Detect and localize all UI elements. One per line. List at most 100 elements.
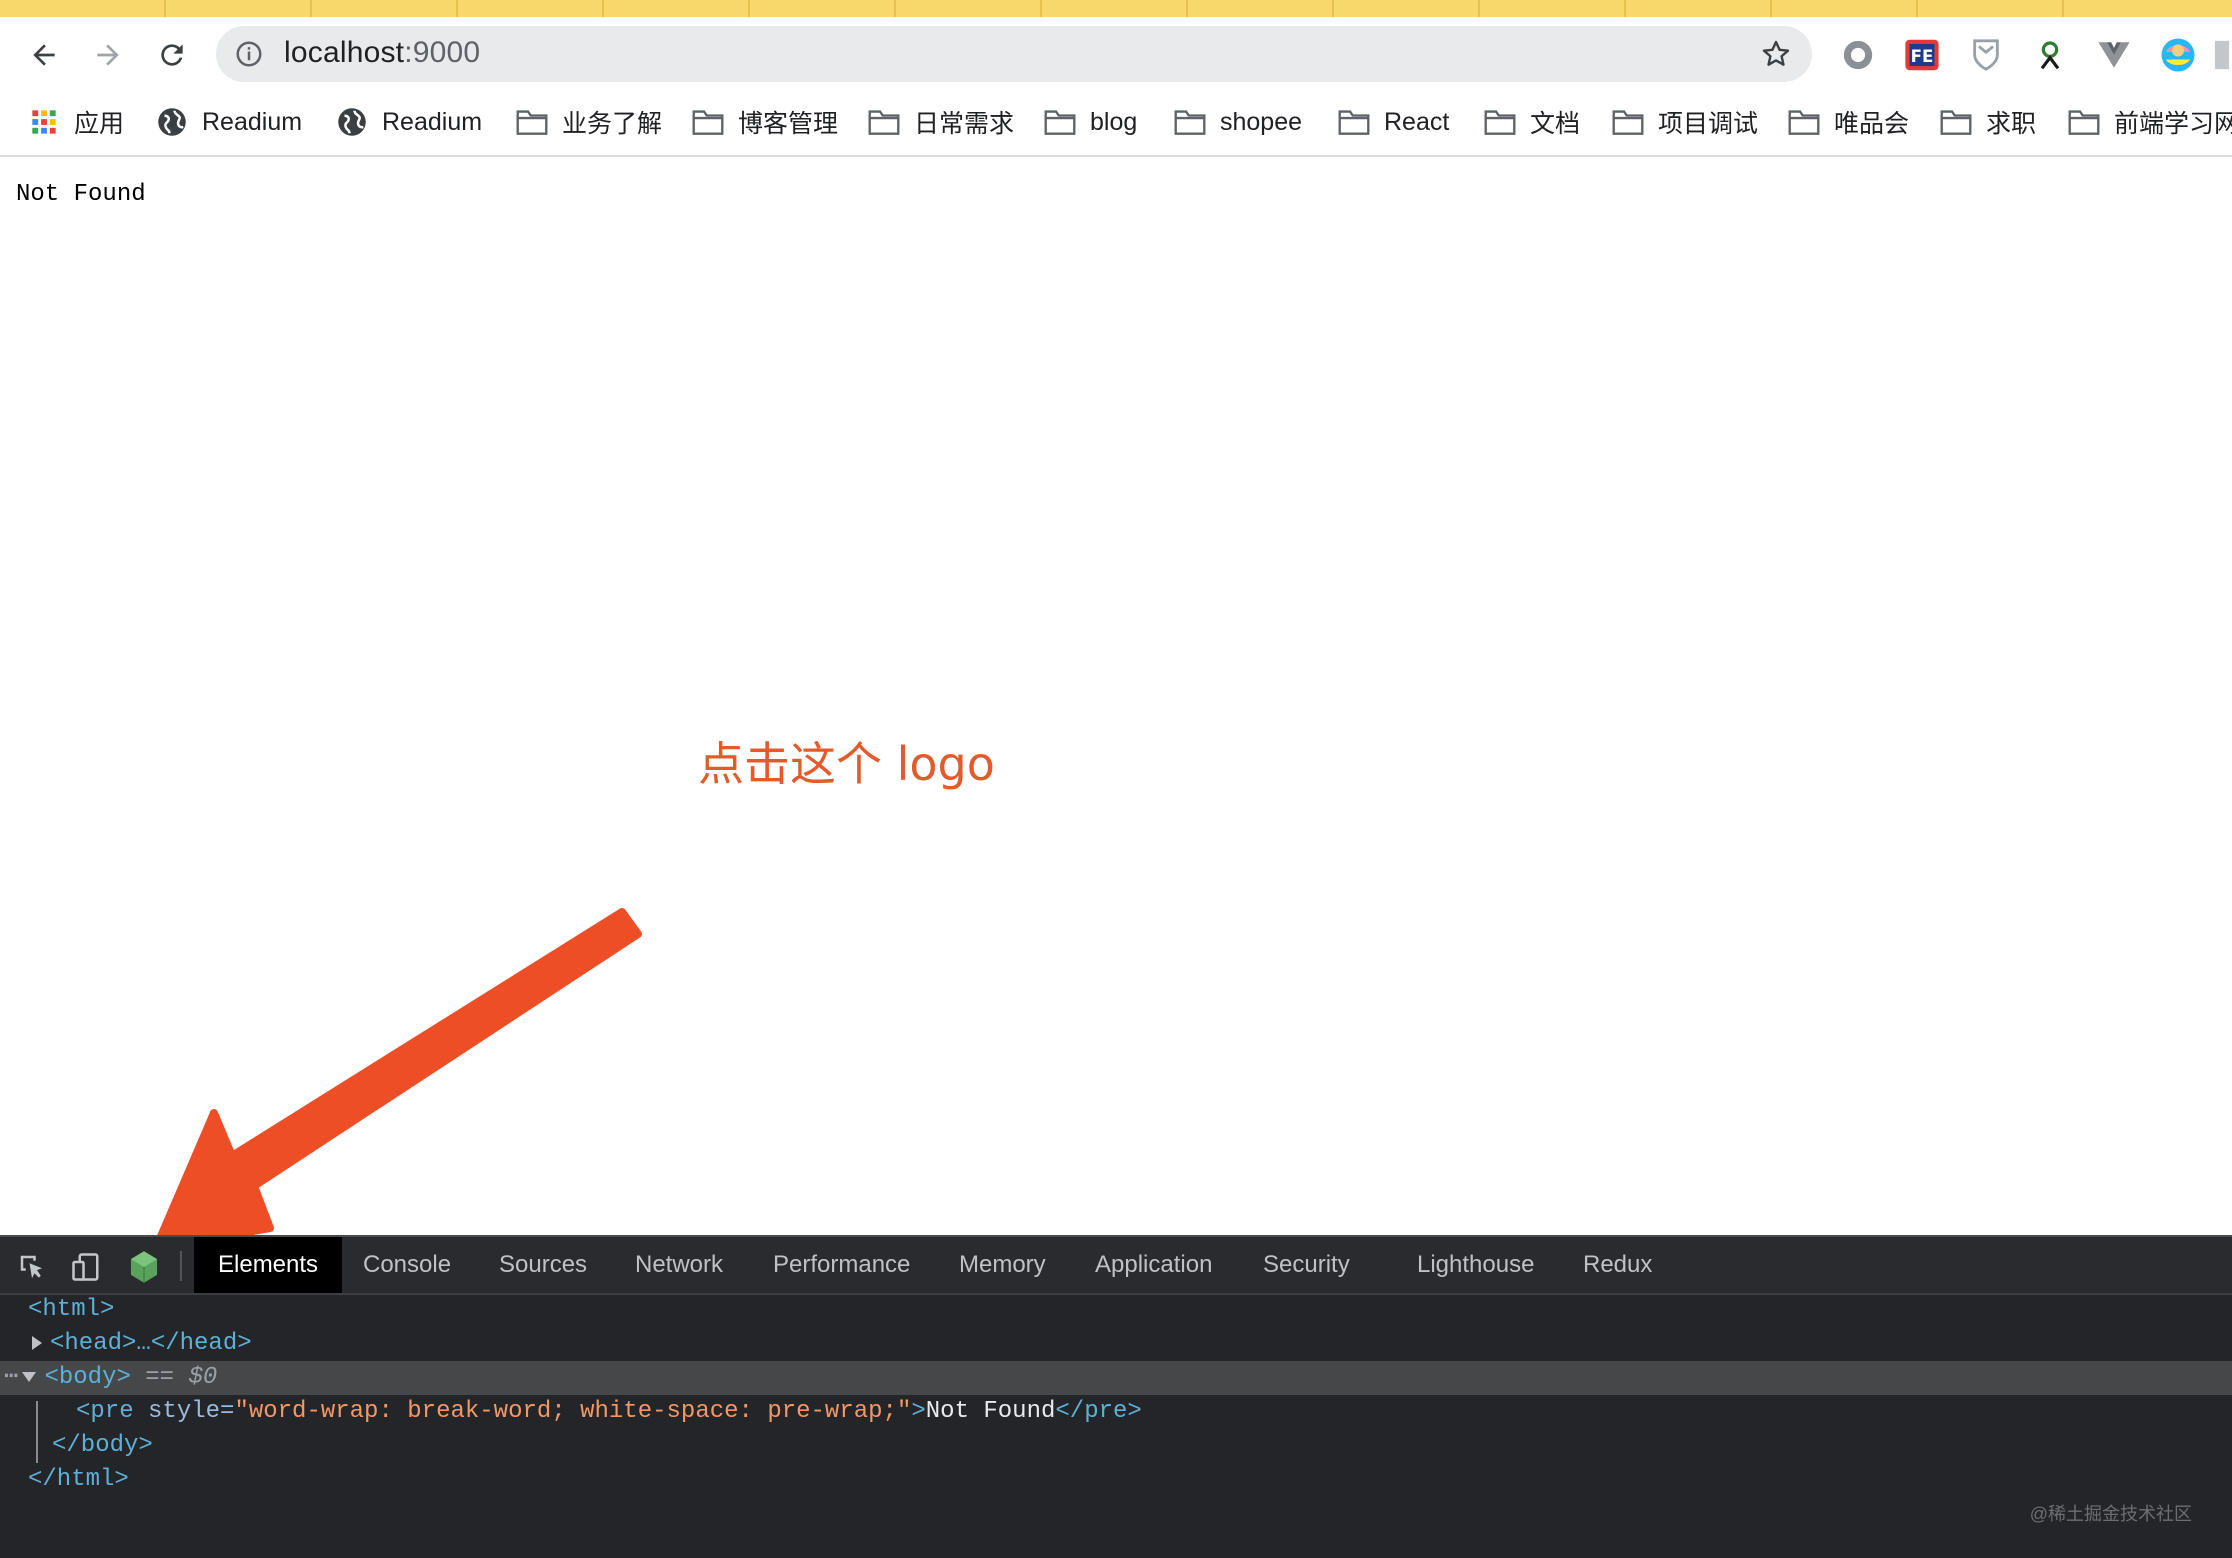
dom-node-html-open[interactable]: <html> (0, 1293, 2232, 1327)
inspect-cursor-icon (20, 1255, 42, 1279)
attr-name: style= (133, 1398, 235, 1425)
tag-text: </html> (28, 1466, 129, 1493)
bookmarks-bar: 应用 Readium Readium 业务了解 博客管理 日常需求 blog s… (0, 91, 2232, 157)
shield-extension[interactable] (1966, 35, 2006, 75)
overflow-extension[interactable] (2212, 35, 2232, 75)
tab-separator (748, 0, 750, 17)
back-button[interactable] (20, 35, 68, 75)
bookmark-label: blog (1090, 107, 1138, 136)
folder-icon (516, 106, 548, 138)
tab-redux[interactable]: Redux (1583, 1237, 1652, 1293)
bookmark-folder-shopee[interactable]: shopee (1174, 102, 1302, 142)
bookmark-folder-business[interactable]: 业务了解 (516, 102, 662, 142)
tab-separator (894, 0, 896, 17)
reload-button[interactable] (148, 35, 196, 75)
bookmark-folder-blog[interactable]: blog (1044, 102, 1137, 142)
tab-elements[interactable]: Elements (194, 1237, 343, 1293)
bookmark-folder-frontend[interactable]: 前端学习网 (2068, 102, 2232, 142)
folder-icon (1338, 106, 1370, 138)
record-extension[interactable] (1838, 35, 1878, 75)
annotation-text: 点击这个 logo (698, 737, 995, 791)
page-viewport: Not Found (0, 157, 2232, 1235)
bookmark-label: 项目调试 (1658, 110, 1759, 138)
info-icon[interactable] (234, 39, 264, 69)
bookmark-label: 前端学习网 (2114, 110, 2232, 138)
arrow-right-icon (97, 44, 119, 66)
folder-icon (692, 106, 724, 138)
vue-extension[interactable] (2094, 35, 2134, 75)
folder-icon (1174, 106, 1206, 138)
tab-separator (1916, 0, 1918, 17)
toolbar-divider (180, 1251, 182, 1281)
bookmark-folder-debug[interactable]: 项目调试 (1612, 102, 1758, 142)
extension-logo-button[interactable] (126, 1249, 162, 1285)
device-toolbar-button[interactable] (68, 1249, 104, 1285)
dom-node-html-close[interactable]: </html> (0, 1463, 2232, 1497)
node-text: Not Found (925, 1398, 1056, 1425)
watermark: @稀土掘金技术社区 (2029, 1504, 2192, 1524)
selected-marker: == $0 (145, 1364, 218, 1391)
bookmark-readium-2[interactable]: Readium (336, 102, 482, 142)
tab-performance[interactable]: Performance (773, 1237, 910, 1293)
inspect-element-button[interactable] (14, 1249, 50, 1285)
dom-node-pre[interactable]: <pre style="word-wrap: break-word; white… (0, 1395, 2232, 1429)
green-extension[interactable] (2030, 35, 2070, 75)
dom-node-head[interactable]: <head>…</head> (0, 1327, 2232, 1361)
not-found-text: Not Found (16, 181, 146, 208)
tag-text: <head>…</head> (50, 1330, 252, 1357)
bookmark-label: React (1384, 107, 1450, 136)
dom-node-body-selected[interactable]: ⋯ <body> == $0 (0, 1361, 2232, 1395)
tab-sources[interactable]: Sources (499, 1237, 587, 1293)
devtools-tab-bar: Elements Console Sources Network Perform… (0, 1235, 2232, 1295)
folder-icon (868, 106, 900, 138)
tab-separator (1478, 0, 1480, 17)
bookmark-folder-daily[interactable]: 日常需求 (868, 102, 1014, 142)
overflow-extension-icon (2214, 40, 2230, 70)
url-text[interactable]: localhost:9000 (284, 36, 480, 70)
tab-console[interactable]: Console (363, 1237, 451, 1293)
green-extension-icon (2040, 41, 2060, 70)
dom-tree: <html> <head>…</head> ⋯ <body> == $0 <pre… (0, 1293, 2232, 1558)
fe-extension[interactable]: FE (1902, 35, 1942, 75)
bookmark-label: shopee (1220, 107, 1303, 136)
more-dots-icon[interactable]: ⋯ (0, 1364, 18, 1391)
avatar-extension[interactable] (2158, 35, 2198, 75)
tree-guide-line (36, 1401, 38, 1463)
svg-text:FE: FE (1911, 47, 1934, 66)
tab-separator (2062, 0, 2064, 17)
bookmark-readium-1[interactable]: Readium (156, 102, 302, 142)
bookmark-apps[interactable]: 应用 (28, 102, 124, 142)
bookmark-label: Readium (202, 107, 303, 136)
tab-application[interactable]: Application (1095, 1237, 1212, 1293)
bookmark-folder-docs[interactable]: 文档 (1484, 102, 1580, 142)
bookmark-folder-react[interactable]: React (1338, 102, 1449, 142)
bookmark-folder-jobs[interactable]: 求职 (1940, 102, 2036, 142)
url-port: :9000 (404, 36, 481, 69)
tab-network[interactable]: Network (635, 1237, 723, 1293)
tab-lighthouse[interactable]: Lighthouse (1417, 1237, 1534, 1293)
globe-icon (156, 106, 188, 138)
folder-icon (1484, 106, 1516, 138)
tab-memory[interactable]: Memory (959, 1237, 1046, 1293)
attr-value: "word-wrap: break-word; white-space: pre… (234, 1398, 912, 1425)
bookmark-label: 应用 (74, 110, 125, 138)
tab-separator (310, 0, 312, 17)
bookmark-folder-blog-admin[interactable]: 博客管理 (692, 102, 838, 142)
bookmark-label: 文档 (1530, 110, 1581, 138)
expand-triangle-icon[interactable] (32, 1335, 42, 1350)
forward-button[interactable] (84, 35, 132, 75)
bookmark-label: 日常需求 (914, 110, 1015, 138)
folder-icon (1940, 106, 1972, 138)
bookmark-star-icon[interactable] (1760, 38, 1792, 70)
tab-separator (1332, 0, 1334, 17)
address-bar[interactable]: localhost:9000 (216, 26, 1812, 82)
tab-separator (1040, 0, 1042, 17)
bookmark-folder-vip[interactable]: 唯品会 (1788, 102, 1909, 142)
collapse-triangle-icon[interactable] (22, 1371, 37, 1382)
device-mode-icon (72, 1253, 99, 1281)
arrow-left-icon (33, 44, 55, 66)
bookmark-label: Readium (382, 107, 483, 136)
dom-node-body-close[interactable]: </body> (0, 1429, 2232, 1463)
tab-separator (1770, 0, 1772, 17)
tab-security[interactable]: Security (1263, 1237, 1350, 1293)
